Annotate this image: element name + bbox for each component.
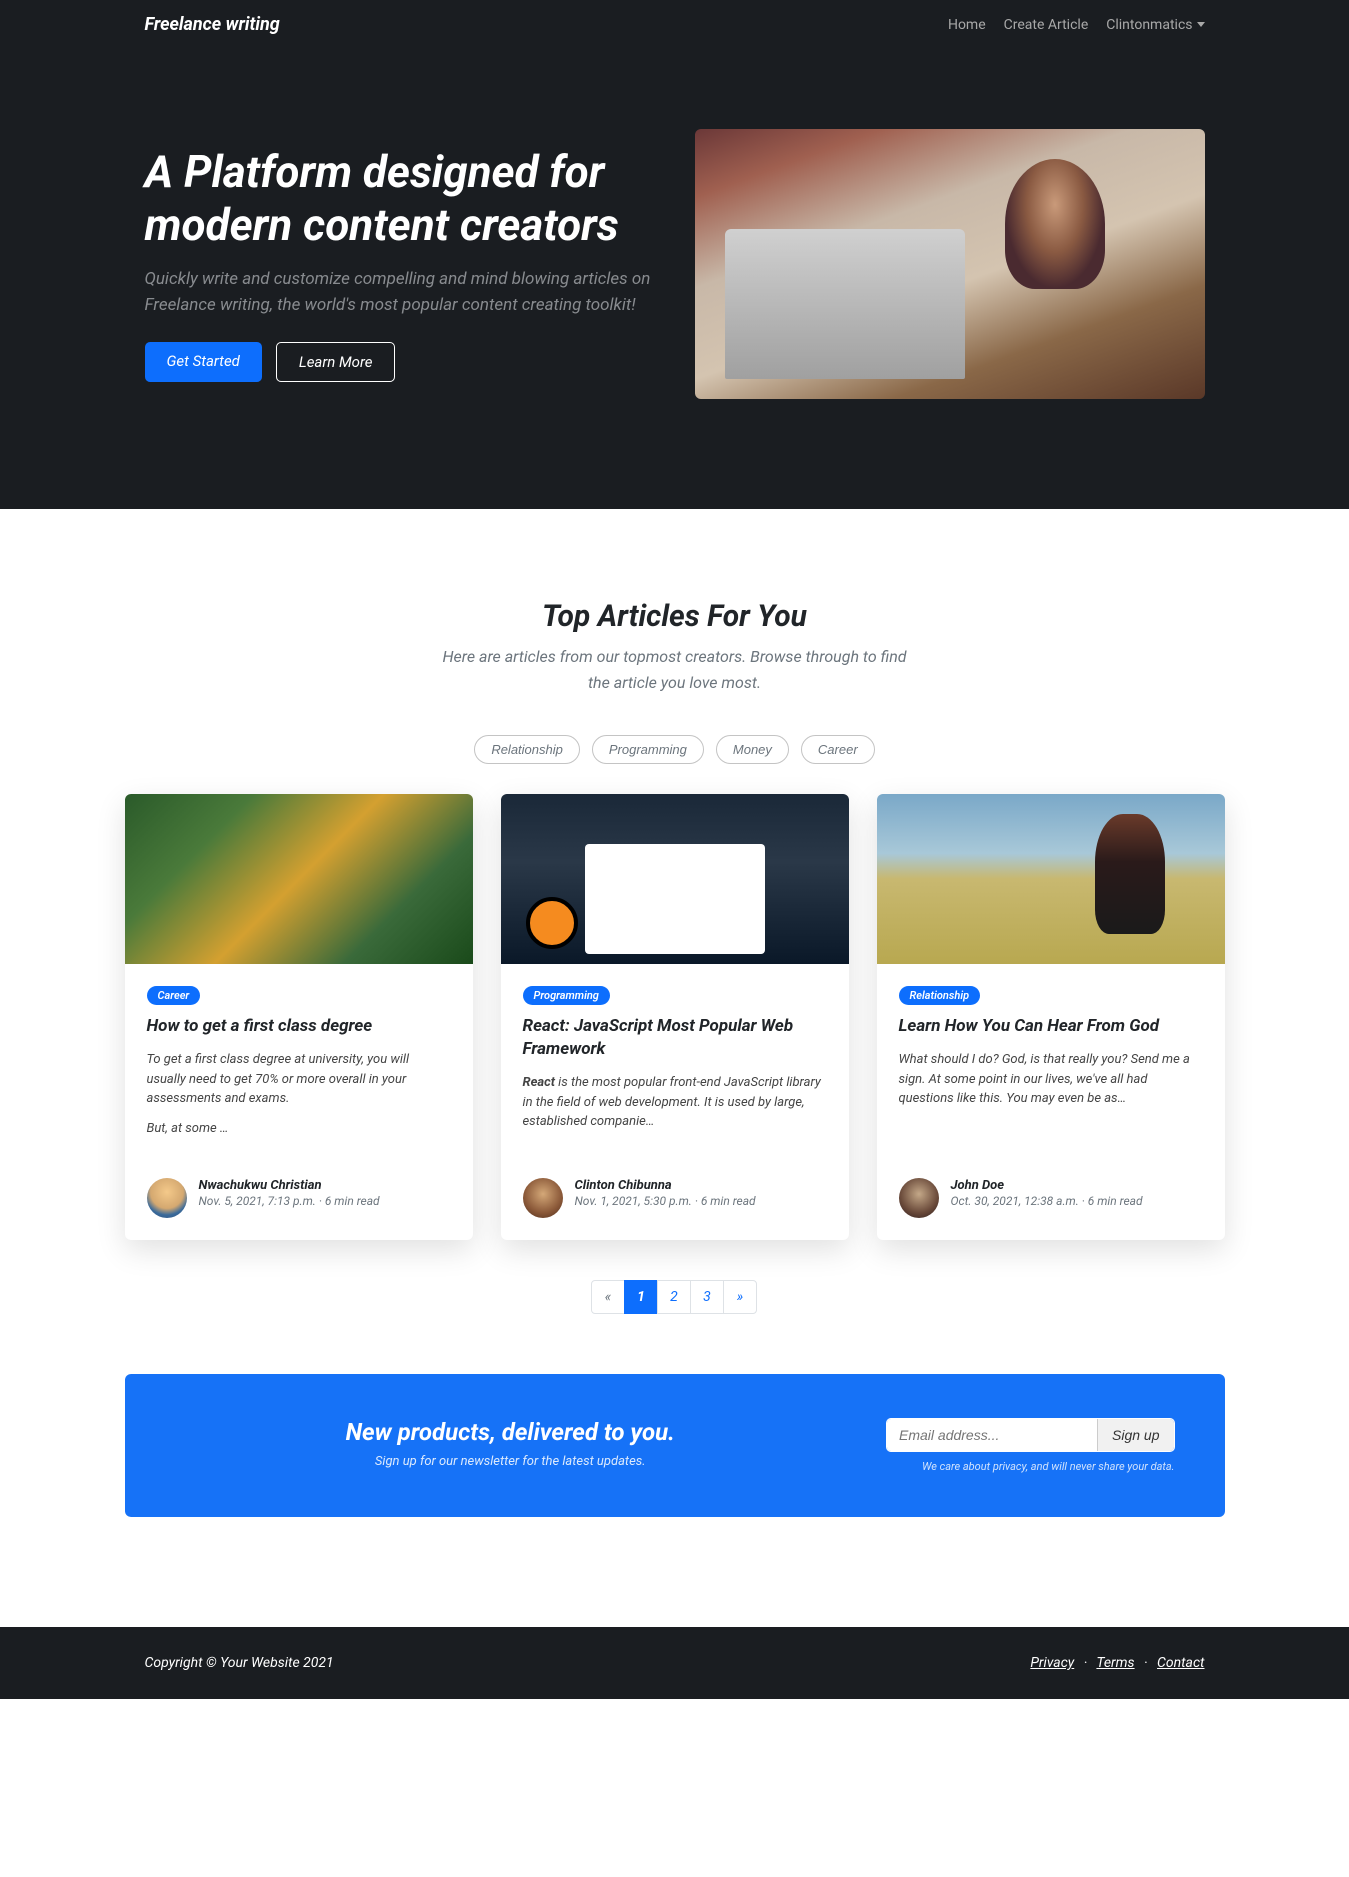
brand-logo[interactable]: Freelance writing <box>145 14 280 35</box>
category-badge: Programming <box>523 986 610 1005</box>
footer-copyright: Copyright © Your Website 2021 <box>145 1655 334 1671</box>
article-meta: Nov. 1, 2021, 5:30 p.m. · 6 min read <box>575 1193 756 1210</box>
footer-privacy-link[interactable]: Privacy <box>1030 1655 1074 1671</box>
page-2[interactable]: 2 <box>657 1280 691 1314</box>
pill-money[interactable]: Money <box>716 735 789 764</box>
category-pills: Relationship Programming Money Career <box>125 735 1225 764</box>
footer-sep: · <box>1084 1655 1088 1671</box>
nav-links: Home Create Article Clintonmatics <box>948 17 1205 33</box>
page-3[interactable]: 3 <box>690 1280 724 1314</box>
author-avatar <box>147 1178 187 1218</box>
page-prev[interactable]: « <box>591 1280 625 1314</box>
article-excerpt: React is the most popular front-end Java… <box>523 1073 827 1132</box>
nav-create-article[interactable]: Create Article <box>1004 17 1089 33</box>
article-meta: Oct. 30, 2021, 12:38 a.m. · 6 min read <box>951 1193 1143 1210</box>
article-excerpt-more: But, at some … <box>147 1119 451 1139</box>
hero-text: A Platform designed for modern content c… <box>145 146 655 383</box>
author-avatar <box>899 1178 939 1218</box>
email-input[interactable] <box>887 1419 1097 1451</box>
articles-heading: Top Articles For You <box>125 599 1225 634</box>
category-badge: Career <box>147 986 201 1005</box>
page-1[interactable]: 1 <box>624 1280 658 1314</box>
nav-user-label: Clintonmatics <box>1106 17 1192 33</box>
footer: Copyright © Your Website 2021 Privacy · … <box>0 1627 1349 1699</box>
article-card[interactable]: Programming React: JavaScript Most Popul… <box>501 794 849 1240</box>
learn-more-button[interactable]: Learn More <box>276 342 396 382</box>
article-excerpt: To get a first class degree at universit… <box>147 1050 451 1109</box>
newsletter-privacy-note: We care about privacy, and will never sh… <box>886 1460 1174 1473</box>
newsletter-title: New products, delivered to you. <box>175 1418 847 1446</box>
nav-home[interactable]: Home <box>948 17 986 33</box>
author-name: Nwachukwu Christian <box>199 1178 380 1193</box>
hero-image <box>695 129 1205 399</box>
chevron-down-icon <box>1197 22 1205 27</box>
article-card[interactable]: Relationship Learn How You Can Hear From… <box>877 794 1225 1240</box>
article-image <box>501 794 849 964</box>
newsletter-box: New products, delivered to you. Sign up … <box>125 1374 1225 1517</box>
top-articles-section: Top Articles For You Here are articles f… <box>125 509 1225 1627</box>
pill-programming[interactable]: Programming <box>592 735 704 764</box>
article-title: React: JavaScript Most Popular Web Frame… <box>523 1015 827 1061</box>
get-started-button[interactable]: Get Started <box>145 342 262 382</box>
page-next[interactable]: » <box>723 1280 757 1314</box>
author-name: John Doe <box>951 1178 1143 1193</box>
article-title: How to get a first class degree <box>147 1015 451 1038</box>
pagination: « 1 2 3 » <box>125 1280 1225 1314</box>
article-card[interactable]: Career How to get a first class degree T… <box>125 794 473 1240</box>
footer-terms-link[interactable]: Terms <box>1096 1655 1134 1671</box>
nav-user-dropdown[interactable]: Clintonmatics <box>1106 17 1204 33</box>
footer-sep: · <box>1144 1655 1148 1671</box>
footer-contact-link[interactable]: Contact <box>1157 1655 1204 1671</box>
article-excerpt: What should I do? God, is that really yo… <box>899 1050 1203 1109</box>
newsletter-sub: Sign up for our newsletter for the lates… <box>175 1454 847 1469</box>
signup-button[interactable]: Sign up <box>1097 1419 1173 1451</box>
pill-career[interactable]: Career <box>801 735 875 764</box>
author-avatar <box>523 1178 563 1218</box>
category-badge: Relationship <box>899 986 981 1005</box>
article-meta: Nov. 5, 2021, 7:13 p.m. · 6 min read <box>199 1193 380 1210</box>
pill-relationship[interactable]: Relationship <box>474 735 580 764</box>
article-image <box>125 794 473 964</box>
article-title: Learn How You Can Hear From God <box>899 1015 1203 1038</box>
article-image <box>877 794 1225 964</box>
author-name: Clinton Chibunna <box>575 1178 756 1193</box>
hero-title: A Platform designed for modern content c… <box>145 146 655 252</box>
hero-subtitle: Quickly write and customize compelling a… <box>145 267 655 318</box>
navbar: Freelance writing Home Create Article Cl… <box>145 0 1205 49</box>
hero-section: A Platform designed for modern content c… <box>145 49 1205 509</box>
articles-lead: Here are articles from our topmost creat… <box>435 644 915 695</box>
